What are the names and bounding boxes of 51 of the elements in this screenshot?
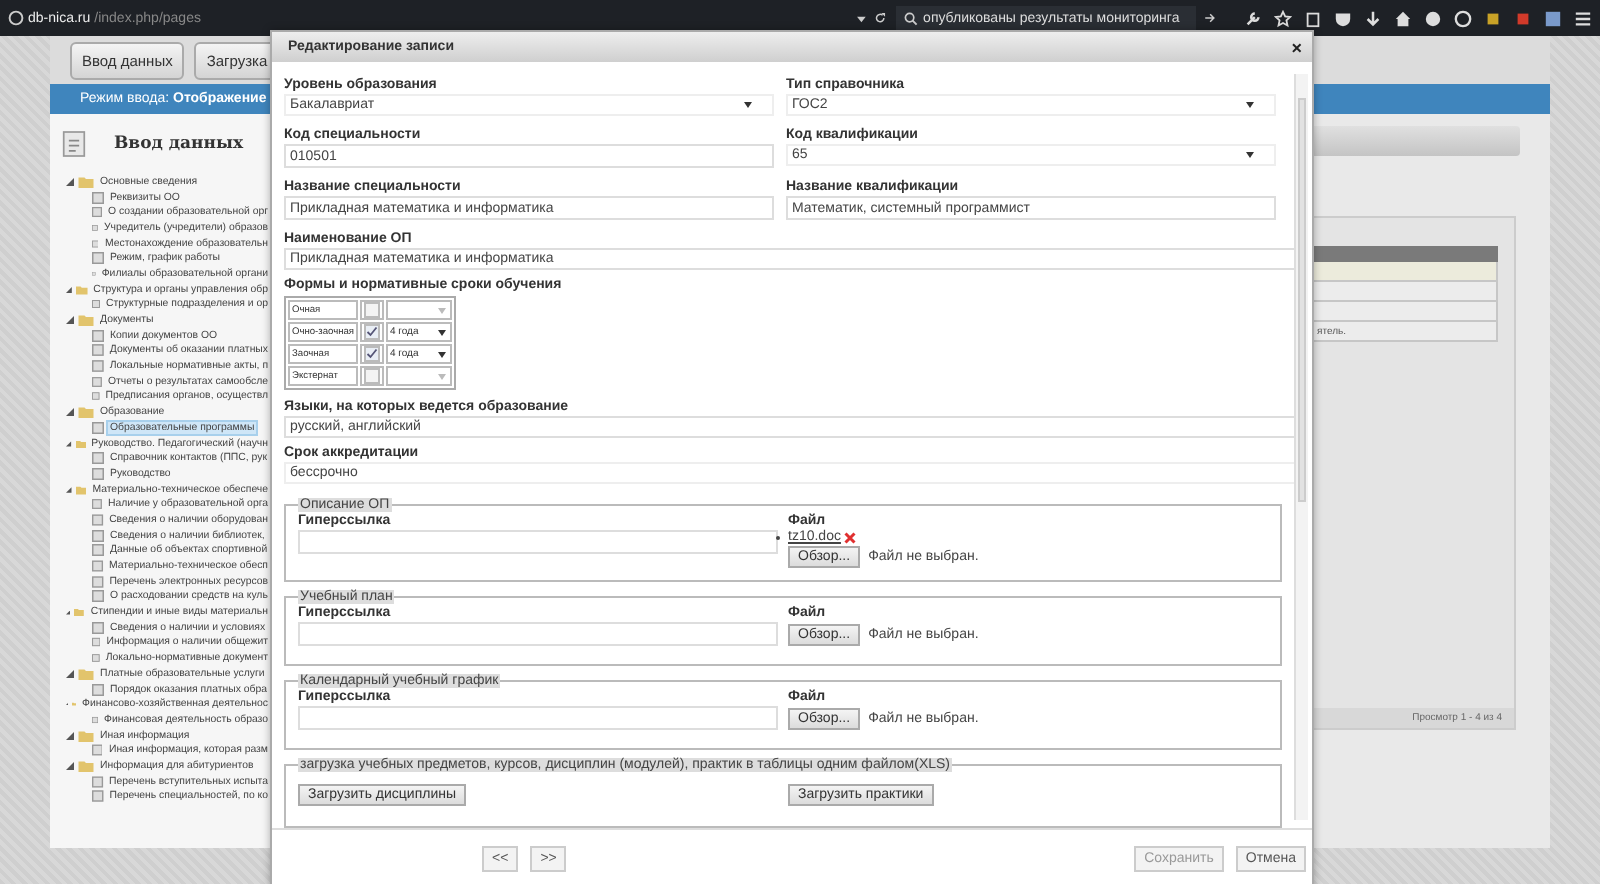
folder-icon [78, 314, 94, 327]
page-icon [92, 683, 104, 696]
expand-icon[interactable] [66, 408, 74, 417]
folder-icon [78, 175, 94, 188]
folder-icon [74, 606, 85, 619]
wrench-icon[interactable] [1244, 9, 1263, 27]
folder-icon [78, 667, 94, 680]
caret-icon [438, 373, 446, 379]
home-icon[interactable] [1394, 9, 1413, 27]
expand-icon[interactable] [66, 731, 74, 740]
scrollbar[interactable] [1294, 74, 1308, 820]
caret-icon [438, 351, 446, 357]
download-icon[interactable] [1364, 9, 1383, 27]
caret-icon [438, 307, 446, 313]
expand-icon[interactable] [66, 177, 74, 186]
checkbox[interactable] [364, 368, 380, 384]
folder-icon [78, 729, 94, 742]
input-field[interactable] [298, 530, 778, 554]
panel-title: Ввод данных [114, 134, 244, 154]
caret-icon [1246, 102, 1254, 108]
caret-icon [438, 329, 446, 335]
caret-icon [1246, 152, 1254, 158]
reload-icon[interactable] [874, 10, 888, 26]
input-field[interactable] [298, 622, 778, 646]
menu-icon[interactable] [1574, 9, 1593, 27]
caret-icon [744, 102, 752, 108]
page-icon [92, 421, 104, 434]
page-icon [92, 298, 100, 311]
star-icon[interactable] [1274, 9, 1293, 27]
folder-icon [78, 759, 94, 772]
folder-icon [75, 283, 88, 296]
arrow-right-icon[interactable] [1203, 10, 1217, 26]
expand-icon[interactable] [66, 608, 71, 617]
dropdown-icon[interactable] [856, 11, 867, 25]
expand-icon[interactable] [66, 439, 72, 448]
expand-icon[interactable] [66, 669, 74, 678]
expand-icon[interactable] [66, 761, 74, 770]
folder-icon [75, 483, 87, 496]
expand-icon[interactable] [66, 316, 74, 325]
delete-icon[interactable] [844, 531, 857, 543]
search-icon [903, 11, 918, 25]
document-icon [62, 130, 86, 158]
input-field[interactable] [298, 706, 778, 730]
folder-icon [75, 437, 86, 450]
checkbox[interactable] [364, 346, 380, 362]
folder-icon [78, 406, 94, 419]
page-icon [92, 713, 99, 726]
checkbox[interactable] [364, 302, 380, 318]
page-icon [92, 744, 103, 757]
close-button[interactable]: × [1289, 37, 1304, 57]
checkbox[interactable] [364, 324, 380, 340]
